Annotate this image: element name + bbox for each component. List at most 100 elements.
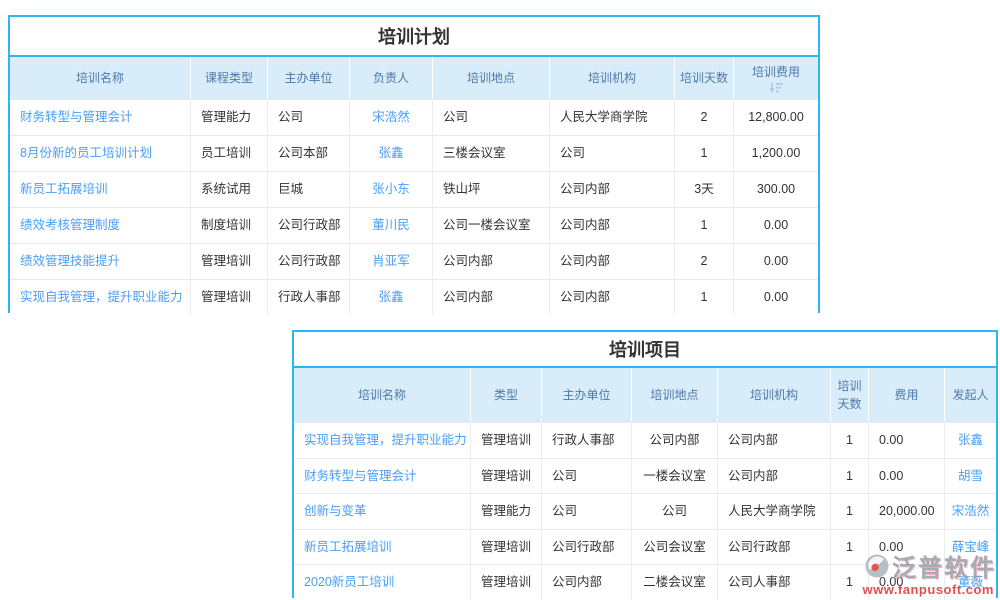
column-header: 类型 <box>470 368 541 422</box>
column-header-label: 培训机构 <box>750 386 798 404</box>
cell-link[interactable]: 财务转型与管理会计 <box>294 458 470 494</box>
table-row: 绩效管理技能提升管理培训公司行政部肖亚军公司内部公司内部20.00 <box>10 243 818 279</box>
cell-link[interactable]: 创新与变革 <box>294 493 470 529</box>
cell-link[interactable]: 宋浩然 <box>349 99 432 135</box>
cell-link[interactable]: 宋浩然 <box>944 493 996 529</box>
column-header-label: 课程类型 <box>205 69 253 87</box>
cell: 公司内部 <box>432 279 549 315</box>
cell: 12,800.00 <box>733 99 818 135</box>
cell: 1 <box>830 493 868 529</box>
cell: 一楼会议室 <box>631 458 717 494</box>
cell-link[interactable]: 8月份新的员工培训计划 <box>10 135 190 171</box>
cell-link[interactable]: 薛宝峰 <box>944 529 996 565</box>
cell-link[interactable]: 新员工拓展培训 <box>10 171 190 207</box>
cell: 公司内部 <box>717 422 830 458</box>
cell: 员工培训 <box>190 135 267 171</box>
cell: 公司 <box>267 99 349 135</box>
column-header-label: 发起人 <box>952 386 988 404</box>
table-row: 实现自我管理，提升职业能力管理培训行政人事部张鑫公司内部公司内部10.00 <box>10 279 818 315</box>
cell: 公司内部 <box>549 279 674 315</box>
column-header: 培训地点 <box>432 57 549 99</box>
cell: 1 <box>674 135 733 171</box>
cell-link[interactable]: 董川民 <box>349 207 432 243</box>
cell-link[interactable]: 实现自我管理，提升职业能力 <box>10 279 190 315</box>
column-header: 培训天数 <box>830 368 868 422</box>
column-header-label: 类型 <box>494 386 518 404</box>
column-header: 费用 <box>868 368 944 422</box>
cell-link[interactable]: 绩效考核管理制度 <box>10 207 190 243</box>
cell-link[interactable]: 新员工拓展培训 <box>294 529 470 565</box>
table-row: 2020新员工培训管理培训公司内部二楼会议室公司人事部10.00董薇 <box>294 564 996 600</box>
cell: 巨城 <box>267 171 349 207</box>
cell-link[interactable]: 肖亚军 <box>349 243 432 279</box>
cell-link[interactable]: 张鑫 <box>349 279 432 315</box>
cell: 20,000.00 <box>868 493 944 529</box>
table-row: 创新与变革管理能力公司公司人民大学商学院120,000.00宋浩然 <box>294 493 996 529</box>
cell: 公司 <box>631 493 717 529</box>
cell: 人民大学商学院 <box>717 493 830 529</box>
cell-link[interactable]: 董薇 <box>944 564 996 600</box>
cell: 公司本部 <box>267 135 349 171</box>
cell: 管理培训 <box>470 458 541 494</box>
table-row: 新员工拓展培训系统试用巨城张小东铁山坪公司内部3天300.00 <box>10 171 818 207</box>
training-project-table: 培训项目 培训名称类型主办单位培训地点培训机构培训天数费用发起人 实现自我管理，… <box>292 330 998 598</box>
cell: 行政人事部 <box>541 422 631 458</box>
sort-descending-icon[interactable] <box>769 82 784 94</box>
cell: 1 <box>830 422 868 458</box>
cell: 人民大学商学院 <box>549 99 674 135</box>
cell: 2 <box>674 99 733 135</box>
training-project-title: 培训项目 <box>294 332 996 368</box>
column-header: 培训天数 <box>674 57 733 99</box>
column-header: 培训机构 <box>717 368 830 422</box>
cell: 公司 <box>432 99 549 135</box>
column-header-label: 培训名称 <box>358 386 406 404</box>
cell: 公司人事部 <box>717 564 830 600</box>
table-row: 财务转型与管理会计管理能力公司宋浩然公司人民大学商学院212,800.00 <box>10 99 818 135</box>
column-header: 主办单位 <box>267 57 349 99</box>
cell: 管理培训 <box>470 564 541 600</box>
cell: 系统试用 <box>190 171 267 207</box>
cell-link[interactable]: 张小东 <box>349 171 432 207</box>
cell-link[interactable]: 绩效管理技能提升 <box>10 243 190 279</box>
table-row: 绩效考核管理制度制度培训公司行政部董川民公司一楼会议室公司内部10.00 <box>10 207 818 243</box>
cell: 行政人事部 <box>267 279 349 315</box>
cell-link[interactable]: 2020新员工培训 <box>294 564 470 600</box>
column-header: 负责人 <box>349 57 432 99</box>
cell: 公司 <box>541 493 631 529</box>
cell-link[interactable]: 张鑫 <box>944 422 996 458</box>
cell: 二楼会议室 <box>631 564 717 600</box>
cell: 1 <box>830 529 868 565</box>
column-header-label: 主办单位 <box>284 69 332 87</box>
cell: 1,200.00 <box>733 135 818 171</box>
column-header-label: 培训天数 <box>680 69 728 87</box>
cell: 公司行政部 <box>267 243 349 279</box>
cell-link[interactable]: 实现自我管理，提升职业能力 <box>294 422 470 458</box>
table-row: 财务转型与管理会计管理培训公司一楼会议室公司内部10.00胡雪 <box>294 458 996 494</box>
cell: 0.00 <box>733 207 818 243</box>
training-plan-title: 培训计划 <box>10 17 818 57</box>
cell: 0.00 <box>868 564 944 600</box>
column-header-label: 培训名称 <box>76 69 124 87</box>
cell: 公司内部 <box>549 243 674 279</box>
column-header-label: 培训地点 <box>467 69 515 87</box>
cell: 铁山坪 <box>432 171 549 207</box>
table-row: 新员工拓展培训管理培训公司行政部公司会议室公司行政部10.00薛宝峰 <box>294 529 996 565</box>
cell: 公司一楼会议室 <box>432 207 549 243</box>
column-header-label: 负责人 <box>373 69 409 87</box>
column-header: 发起人 <box>944 368 996 422</box>
cell: 公司内部 <box>549 171 674 207</box>
cell-link[interactable]: 胡雪 <box>944 458 996 494</box>
cell-link[interactable]: 张鑫 <box>349 135 432 171</box>
table-row: 实现自我管理，提升职业能力管理培训行政人事部公司内部公司内部10.00张鑫 <box>294 422 996 458</box>
cell: 1 <box>830 458 868 494</box>
cell: 公司内部 <box>432 243 549 279</box>
cell: 管理培训 <box>190 279 267 315</box>
cell: 公司内部 <box>549 207 674 243</box>
cell: 管理培训 <box>470 422 541 458</box>
cell: 三楼会议室 <box>432 135 549 171</box>
training-project-body: 实现自我管理，提升职业能力管理培训行政人事部公司内部公司内部10.00张鑫财务转… <box>294 422 996 600</box>
cell-link[interactable]: 财务转型与管理会计 <box>10 99 190 135</box>
column-header: 培训名称 <box>10 57 190 99</box>
column-header[interactable]: 培训费用 <box>733 57 818 99</box>
training-plan-table: 培训计划 培训名称课程类型主办单位负责人培训地点培训机构培训天数培训费用 财务转… <box>8 15 820 313</box>
